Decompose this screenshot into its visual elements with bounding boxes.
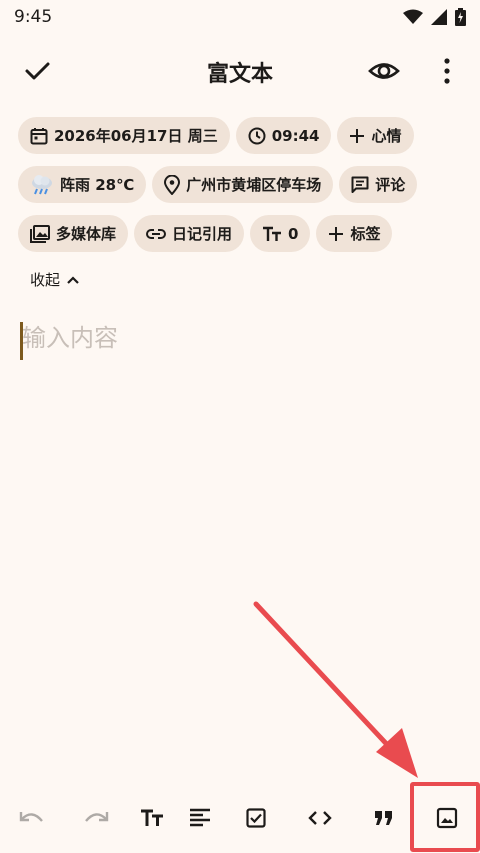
align-button[interactable] [182,800,218,836]
mood-chip[interactable]: 心情 [337,117,414,154]
quote-icon [375,811,392,825]
image-button[interactable] [429,800,465,836]
word-count-chip[interactable]: 0 [250,215,311,252]
collapse-toggle[interactable]: 收起 [30,269,80,290]
wifi-icon [403,9,423,24]
comment-chip[interactable]: 评论 [339,166,418,203]
rain-cloud-icon [32,174,52,194]
redo-icon [85,812,109,822]
photo-library-icon [30,224,50,243]
diary-ref-label: 日记引用 [172,225,233,243]
link-icon [146,228,166,239]
align-icon [190,808,210,827]
collapse-label: 收起 [30,271,61,289]
location-label: 广州市黄埔区停车场 [186,176,322,194]
tags-label: 标签 [350,225,381,243]
calendar-icon [30,127,48,144]
time-label: 09:44 [271,126,320,145]
more-vert-icon [444,58,450,84]
quote-button[interactable] [366,800,402,836]
plus-icon [350,128,365,143]
formatting-toolbar [0,790,480,853]
location-pin-icon [164,174,181,195]
chevron-up-icon [67,275,79,284]
status-icons [403,8,466,26]
checklist-button[interactable] [238,800,274,836]
word-count-label: 0 [288,224,299,243]
clock-icon [248,127,266,144]
check-icon [25,62,50,80]
location-chip[interactable]: 广州市黄埔区停车场 [152,166,334,203]
date-label: 2026年06月17日 周三 [54,127,218,145]
undo-button[interactable] [14,800,50,836]
text-size-icon [141,809,163,826]
more-options-button[interactable] [436,56,458,86]
undo-icon [19,812,43,822]
diary-ref-chip[interactable]: 日记引用 [134,215,245,252]
status-time: 9:45 [14,7,53,27]
checkbox-icon [246,808,266,828]
text-size-button[interactable] [134,800,170,836]
mood-label: 心情 [371,127,402,145]
date-chip[interactable]: 2026年06月17日 周三 [18,117,230,154]
weather-chip[interactable]: 阵雨 28℃ [18,166,147,203]
page-title: 富文本 [206,62,273,87]
image-icon [436,807,458,829]
app-bar: 富文本 [0,44,480,96]
media-library-chip[interactable]: 多媒体库 [18,215,129,252]
status-bar: 9:45 [0,0,480,34]
content-input[interactable] [22,324,452,352]
cell-signal-icon [431,9,447,25]
preview-button[interactable] [368,56,400,86]
time-chip[interactable]: 09:44 [235,117,332,154]
media-label: 多媒体库 [56,225,117,243]
tags-chip[interactable]: 标签 [316,215,393,252]
comment-icon [351,176,369,193]
battery-charging-icon [455,8,466,26]
code-icon [308,811,332,825]
confirm-button[interactable] [22,56,52,86]
metadata-chips: 2026年06月17日 周三 09:44 心情 阵雨 28℃ 广州市黄埔区停车场… [18,117,470,264]
redo-button[interactable] [78,800,114,836]
plus-icon [329,226,344,241]
code-button[interactable] [302,800,338,836]
content-editor[interactable] [18,320,462,760]
weather-label: 阵雨 28℃ [60,176,135,194]
eye-icon [368,63,400,79]
comment-label: 评论 [375,176,406,194]
text-size-icon [263,226,282,241]
